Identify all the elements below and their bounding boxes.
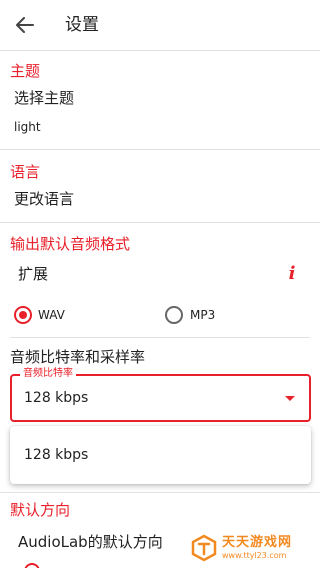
back-button[interactable] bbox=[14, 14, 36, 36]
change-language-item[interactable]: 更改语言 bbox=[14, 189, 74, 209]
bitrate-dropdown-menu: 128 kbps bbox=[10, 426, 311, 484]
section-title-bitrate: 音频比特率和采样率 bbox=[10, 348, 146, 366]
watermark-logo-icon bbox=[191, 534, 217, 562]
choose-theme-item[interactable]: 选择主题 bbox=[14, 88, 74, 108]
theme-value[interactable]: light bbox=[14, 119, 41, 135]
bitrate-select-label: 音频比特率 bbox=[20, 368, 76, 380]
section-title-theme: 主题 bbox=[10, 62, 41, 80]
extension-label: 扩展 bbox=[18, 265, 49, 283]
info-icon[interactable]: i bbox=[286, 264, 298, 284]
caret-down-icon[interactable] bbox=[285, 396, 295, 401]
page-title: 设置 bbox=[65, 15, 99, 35]
divider bbox=[0, 50, 320, 51]
divider bbox=[0, 149, 320, 150]
section-title-language: 语言 bbox=[10, 163, 41, 181]
bitrate-select-value[interactable]: 128 kbps bbox=[24, 389, 88, 407]
section-title-direction: 默认方向 bbox=[10, 501, 71, 519]
app-bar: 设置 bbox=[0, 0, 320, 50]
arrow-left-icon bbox=[16, 17, 34, 33]
divider bbox=[10, 337, 310, 338]
section-title-output-format: 输出默认音频格式 bbox=[10, 235, 131, 253]
radio-wav[interactable] bbox=[14, 306, 32, 324]
radio-mp3-label[interactable]: MP3 bbox=[190, 307, 215, 323]
divider bbox=[0, 492, 320, 493]
divider bbox=[0, 222, 320, 223]
direction-description: AudioLab的默认方向 bbox=[18, 533, 163, 551]
radio-direction-1[interactable] bbox=[24, 563, 40, 568]
dropdown-option[interactable]: 128 kbps bbox=[24, 446, 88, 464]
radio-wav-label[interactable]: WAV bbox=[38, 307, 65, 323]
watermark: 天天游戏网 www.ttyl23.com bbox=[190, 534, 300, 564]
watermark-url: www.ttyl23.com bbox=[222, 551, 287, 560]
radio-mp3[interactable] bbox=[165, 306, 183, 324]
watermark-name: 天天游戏网 bbox=[222, 535, 293, 550]
